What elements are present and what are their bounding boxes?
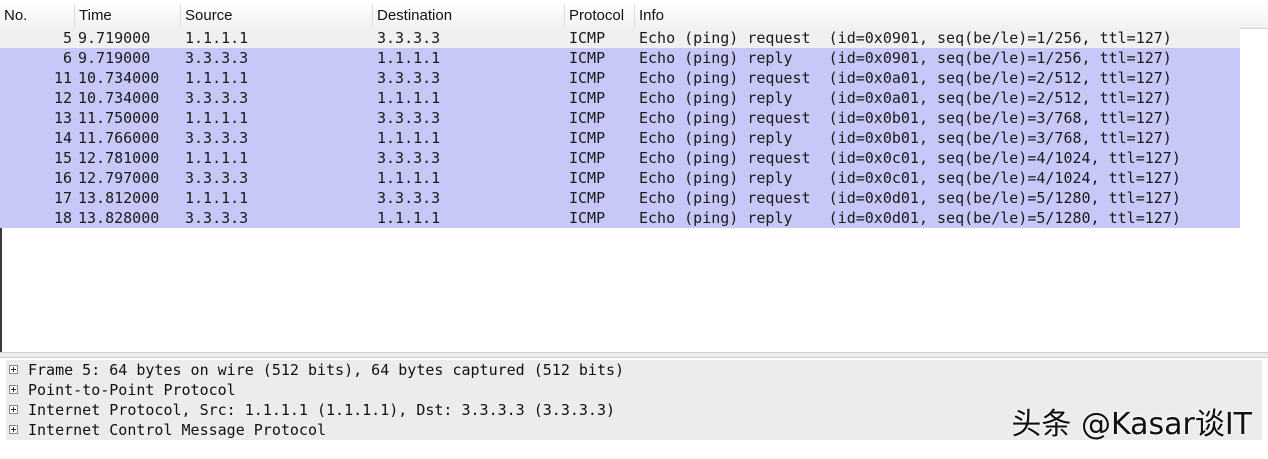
- packet-source: 1.1.1.1: [185, 109, 249, 127]
- packet-source: 1.1.1.1: [185, 29, 249, 47]
- packet-destination: 1.1.1.1: [377, 169, 441, 187]
- packet-time: 9.719000: [78, 29, 151, 47]
- packet-destination: 1.1.1.1: [377, 89, 441, 107]
- column-header-info[interactable]: Info: [634, 4, 1268, 28]
- packet-no: 5: [62, 29, 72, 47]
- packet-row[interactable]: 5 9.719000 1.1.1.1 3.3.3.3 ICMP Echo (ping) r…: [0, 28, 1240, 48]
- packet-source: 1.1.1.1: [185, 189, 249, 207]
- packet-time: 11.750000: [78, 109, 160, 127]
- packet-time: 12.797000: [78, 169, 160, 187]
- packet-destination: 3.3.3.3: [377, 109, 441, 127]
- packet-destination: 3.3.3.3: [377, 189, 441, 207]
- packet-row[interactable]: 13 11.750000 1.1.1.1 3.3.3.3 ICMP Echo (ping)…: [0, 108, 1240, 128]
- packet-destination: 1.1.1.1: [377, 49, 441, 67]
- packet-protocol: ICMP: [569, 89, 606, 107]
- detail-tree-label: Point-to-Point Protocol: [28, 381, 236, 399]
- packet-no: 6: [62, 49, 72, 67]
- packet-source: 3.3.3.3: [185, 89, 249, 107]
- packet-source: 1.1.1.1: [185, 149, 249, 167]
- packet-time: 12.781000: [78, 149, 160, 167]
- packet-source: 3.3.3.3: [185, 169, 249, 187]
- column-header-destination[interactable]: Destination: [372, 4, 564, 28]
- packet-source: 3.3.3.3: [185, 209, 249, 227]
- packet-protocol: ICMP: [569, 189, 606, 207]
- packet-destination: 3.3.3.3: [377, 69, 441, 87]
- packet-destination: 3.3.3.3: [377, 149, 441, 167]
- detail-tree-label: Frame 5: 64 bytes on wire (512 bits), 64…: [28, 361, 625, 379]
- packet-row[interactable]: 16 12.797000 3.3.3.3 1.1.1.1 ICMP Echo (ping)…: [0, 168, 1240, 188]
- packet-row[interactable]: 14 11.766000 3.3.3.3 1.1.1.1 ICMP Echo (ping)…: [0, 128, 1240, 148]
- packet-row[interactable]: 15 12.781000 1.1.1.1 3.3.3.3 ICMP Echo (ping)…: [0, 148, 1240, 168]
- detail-tree-label: Internet Control Message Protocol: [28, 421, 327, 439]
- expand-plus-icon[interactable]: [9, 405, 18, 414]
- packet-destination: 1.1.1.1: [377, 209, 441, 227]
- packet-protocol: ICMP: [569, 49, 606, 67]
- column-header-source[interactable]: Source: [180, 4, 372, 28]
- packet-info: Echo (ping) reply (id=0x0c01, seq(be/le)…: [639, 169, 1181, 187]
- packet-time: 11.766000: [78, 129, 160, 147]
- packet-no: 13: [53, 109, 72, 127]
- packet-info: Echo (ping) request (id=0x0c01, seq(be/l…: [639, 149, 1181, 167]
- packet-no: 18: [53, 209, 72, 227]
- packet-info: Echo (ping) request (id=0x0a01, seq(be/l…: [639, 69, 1172, 87]
- packet-info: Echo (ping) request (id=0x0d01, seq(be/l…: [639, 189, 1181, 207]
- packet-info: Echo (ping) request (id=0x0b01, seq(be/l…: [639, 109, 1172, 127]
- expand-plus-icon[interactable]: [9, 365, 18, 374]
- packet-row[interactable]: 6 9.719000 3.3.3.3 1.1.1.1 ICMP Echo (ping) r…: [0, 48, 1240, 68]
- packet-info: Echo (ping) request (id=0x0901, seq(be/l…: [639, 29, 1172, 47]
- packet-info: Echo (ping) reply (id=0x0901, seq(be/le)…: [639, 49, 1172, 67]
- column-header-no[interactable]: No.: [0, 4, 74, 28]
- column-header-protocol[interactable]: Protocol: [564, 4, 634, 28]
- packet-row[interactable]: 17 13.812000 1.1.1.1 3.3.3.3 ICMP Echo (ping)…: [0, 188, 1240, 208]
- packet-info: Echo (ping) reply (id=0x0a01, seq(be/le)…: [639, 89, 1172, 107]
- packet-protocol: ICMP: [569, 29, 606, 47]
- detail-tree-item[interactable]: Point-to-Point Protocol: [6, 380, 1262, 400]
- packet-destination: 1.1.1.1: [377, 129, 441, 147]
- packet-no: 17: [53, 189, 72, 207]
- packet-no: 14: [53, 129, 72, 147]
- packet-protocol: ICMP: [569, 109, 606, 127]
- packet-no: 16: [53, 169, 72, 187]
- watermark: 头条 @Kasar谈IT: [1011, 407, 1252, 442]
- packet-info: Echo (ping) reply (id=0x0b01, seq(be/le)…: [639, 129, 1172, 147]
- packet-protocol: ICMP: [569, 169, 606, 187]
- packet-row[interactable]: 12 10.734000 3.3.3.3 1.1.1.1 ICMP Echo (ping)…: [0, 88, 1240, 108]
- packet-protocol: ICMP: [569, 149, 606, 167]
- detail-tree-item[interactable]: Frame 5: 64 bytes on wire (512 bits), 64…: [6, 360, 1262, 380]
- packet-list[interactable]: No. Time Source Destination Protocol Inf…: [0, 0, 1268, 352]
- packet-source: 1.1.1.1: [185, 69, 249, 87]
- packet-source: 3.3.3.3: [185, 49, 249, 67]
- packet-time: 9.719000: [78, 49, 151, 67]
- detail-tree-label: Internet Protocol, Src: 1.1.1.1 (1.1.1.1…: [28, 401, 615, 419]
- column-header-row: No. Time Source Destination Protocol Inf…: [0, 4, 1268, 29]
- expand-plus-icon[interactable]: [9, 425, 18, 434]
- packet-info: Echo (ping) reply (id=0x0d01, seq(be/le)…: [639, 209, 1181, 227]
- column-header-time[interactable]: Time: [74, 4, 180, 28]
- packet-row[interactable]: 18 13.828000 3.3.3.3 1.1.1.1 ICMP Echo (ping)…: [0, 208, 1240, 228]
- packet-rows: 5 9.719000 1.1.1.1 3.3.3.3 ICMP Echo (ping) r…: [0, 28, 1240, 228]
- packet-no: 12: [53, 89, 72, 107]
- packet-protocol: ICMP: [569, 209, 606, 227]
- packet-row[interactable]: 11 10.734000 1.1.1.1 3.3.3.3 ICMP Echo (ping)…: [0, 68, 1240, 88]
- packet-destination: 3.3.3.3: [377, 29, 441, 47]
- packet-no: 15: [53, 149, 72, 167]
- packet-protocol: ICMP: [569, 69, 606, 87]
- packet-time: 10.734000: [78, 69, 160, 87]
- packet-no: 11: [53, 69, 72, 87]
- packet-source: 3.3.3.3: [185, 129, 249, 147]
- expand-plus-icon[interactable]: [9, 385, 18, 394]
- packet-time: 10.734000: [78, 89, 160, 107]
- packet-protocol: ICMP: [569, 129, 606, 147]
- packet-time: 13.828000: [78, 209, 160, 227]
- packet-time: 13.812000: [78, 189, 160, 207]
